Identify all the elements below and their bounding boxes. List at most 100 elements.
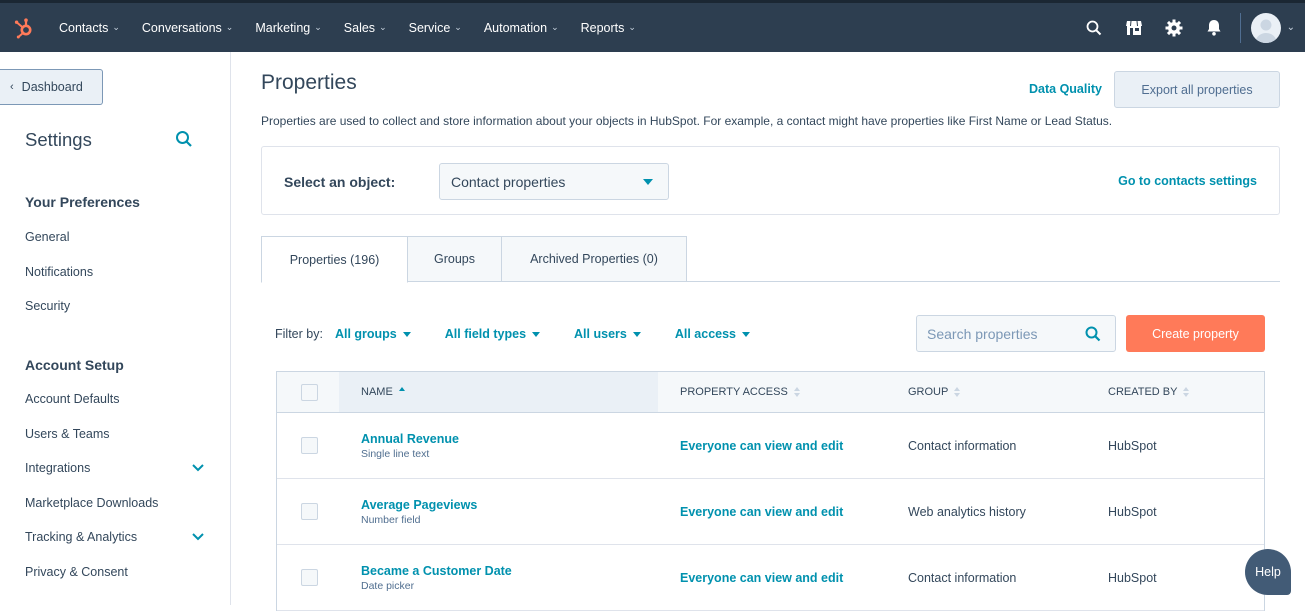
properties-tabs: Properties (196) Groups Archived Propert… (261, 236, 1280, 283)
chevron-down-icon[interactable] (191, 463, 205, 473)
sidebar-item-marketplace-downloads[interactable]: Marketplace Downloads (25, 496, 205, 510)
caret-down-icon (532, 331, 541, 337)
sidebar-item-account-defaults[interactable]: Account Defaults (25, 392, 205, 406)
row-checkbox[interactable] (301, 503, 318, 520)
tab-groups[interactable]: Groups (407, 236, 502, 282)
sidebar-item-security[interactable]: Security (25, 299, 205, 313)
tab-archived-properties[interactable]: Archived Properties (0) (501, 236, 687, 282)
nav-label: Conversations (141, 20, 222, 35)
marketplace-icon[interactable] (1114, 3, 1154, 52)
nav-label: Contacts (59, 20, 109, 35)
search-icon[interactable] (175, 130, 195, 150)
chevron-down-icon[interactable] (191, 532, 205, 542)
export-all-properties-button[interactable]: Export all properties (1114, 71, 1280, 108)
filter-users-dropdown[interactable]: All users (574, 327, 641, 341)
sidebar-item-general[interactable]: General (25, 230, 205, 244)
sidebar-item-label: Privacy & Consent (25, 565, 128, 579)
property-name-cell: Average Pageviews Number field (361, 498, 477, 526)
sidebar-item-privacy-consent[interactable]: Privacy & Consent (25, 565, 205, 579)
sidebar-item-notifications[interactable]: Notifications (25, 265, 205, 279)
back-to-dashboard-button[interactable]: ‹ Dashboard (0, 69, 103, 105)
chevron-down-icon: ⌄ (628, 22, 636, 32)
property-group: Contact information (908, 571, 1017, 585)
caret-down-icon (643, 179, 653, 185)
property-access-link[interactable]: Everyone can view and edit (680, 505, 843, 519)
search-properties-input[interactable] (927, 325, 1077, 342)
tab-label: Archived Properties (0) (530, 252, 658, 266)
nav-label: Automation (483, 20, 548, 35)
bell-icon[interactable] (1194, 3, 1234, 52)
nav-conversations[interactable]: Conversations ⌄ (131, 3, 244, 52)
nav-automation[interactable]: Automation ⌄ (473, 3, 570, 52)
row-checkbox[interactable] (301, 569, 318, 586)
gear-icon[interactable] (1154, 3, 1194, 52)
filter-value: All access (674, 327, 737, 341)
chevron-down-icon: ⌄ (225, 22, 234, 32)
settings-sidebar: ‹ Dashboard Settings Your Preferences Ge… (0, 52, 231, 605)
chevron-down-icon: ⌄ (379, 22, 387, 32)
sidebar-item-label: Marketplace Downloads (25, 496, 159, 510)
go-to-contacts-settings-link[interactable]: Go to contacts settings (1118, 174, 1257, 188)
column-label: GROUP (908, 386, 949, 398)
table-row: Annual Revenue Single line text Everyone… (277, 413, 1264, 479)
property-field-type: Date picker (361, 580, 415, 592)
filter-field-types-dropdown[interactable]: All field types (444, 327, 541, 341)
sidebar-item-label: Users & Teams (25, 427, 110, 441)
property-access-link[interactable]: Everyone can view and edit (680, 439, 843, 453)
select-all-checkbox[interactable] (301, 384, 318, 401)
row-checkbox[interactable] (301, 437, 318, 454)
chevron-down-icon: ⌄ (112, 22, 120, 32)
property-name-cell: Annual Revenue Single line text (361, 432, 459, 460)
sort-icon (1183, 387, 1190, 397)
sidebar-item-label: Security (25, 299, 71, 313)
caret-down-icon (742, 331, 751, 337)
property-name-link[interactable]: Average Pageviews (361, 498, 477, 512)
help-button[interactable]: Help (1245, 549, 1291, 595)
property-name-link[interactable]: Annual Revenue (361, 432, 459, 446)
nav-marketing[interactable]: Marketing ⌄ (244, 3, 332, 52)
nav-divider (1239, 12, 1241, 43)
filter-value: All users (574, 327, 627, 341)
object-select-value: Contact properties (451, 173, 566, 190)
column-header-group[interactable]: GROUP (908, 372, 961, 412)
property-access-link[interactable]: Everyone can view and edit (680, 571, 843, 585)
nav-contacts[interactable]: Contacts ⌄ (48, 3, 131, 52)
section-heading-preferences: Your Preferences (25, 194, 140, 210)
sidebar-item-users-teams[interactable]: Users & Teams (25, 427, 205, 441)
nav-label: Marketing (255, 20, 311, 35)
column-header-created-by[interactable]: CREATED BY (1108, 372, 1190, 412)
create-property-button[interactable]: Create property (1126, 315, 1265, 352)
tab-properties[interactable]: Properties (196) (261, 236, 408, 283)
search-icon[interactable] (1085, 326, 1101, 342)
nav-reports[interactable]: Reports ⌄ (570, 3, 647, 52)
filter-groups-dropdown[interactable]: All groups (335, 327, 411, 341)
top-navigation: Contacts ⌄ Conversations ⌄ Marketing ⌄ Sale… (0, 0, 1305, 52)
sidebar-item-tracking-analytics[interactable]: Tracking & Analytics (25, 530, 205, 544)
chevron-left-icon: ‹ (10, 81, 14, 93)
nav-service[interactable]: Service ⌄ (398, 3, 473, 52)
filter-value: All field types (444, 327, 527, 341)
filter-access-dropdown[interactable]: All access (674, 327, 751, 341)
object-select-label: Select an object: (284, 174, 396, 190)
search-properties-box (916, 315, 1116, 352)
object-select-dropdown[interactable]: Contact properties (439, 163, 669, 200)
column-header-property-access[interactable]: PROPERTY ACCESS (680, 372, 800, 412)
avatar[interactable] (1250, 12, 1281, 43)
property-name-link[interactable]: Became a Customer Date (361, 564, 512, 578)
chevron-down-icon[interactable]: ⌄ (1287, 22, 1295, 33)
search-icon[interactable] (1074, 3, 1114, 52)
column-label: NAME (361, 386, 393, 398)
column-label: PROPERTY ACCESS (680, 386, 788, 398)
sidebar-item-label: Account Defaults (25, 392, 120, 406)
property-created-by: HubSpot (1108, 505, 1157, 519)
data-quality-link[interactable]: Data Quality (1029, 82, 1102, 96)
column-header-name[interactable]: NAME (339, 372, 658, 412)
table-row: Became a Customer Date Date picker Every… (277, 545, 1264, 611)
nav-sales[interactable]: Sales ⌄ (333, 3, 398, 52)
sidebar-item-integrations[interactable]: Integrations (25, 461, 205, 475)
page-description: Properties are used to collect and store… (261, 114, 1113, 128)
hubspot-logo-icon[interactable] (0, 3, 48, 52)
nav-label: Service (408, 20, 451, 35)
page-title: Properties (261, 71, 357, 94)
table-header: NAME PROPERTY ACCESS GROUP CREATED BY (277, 372, 1264, 413)
